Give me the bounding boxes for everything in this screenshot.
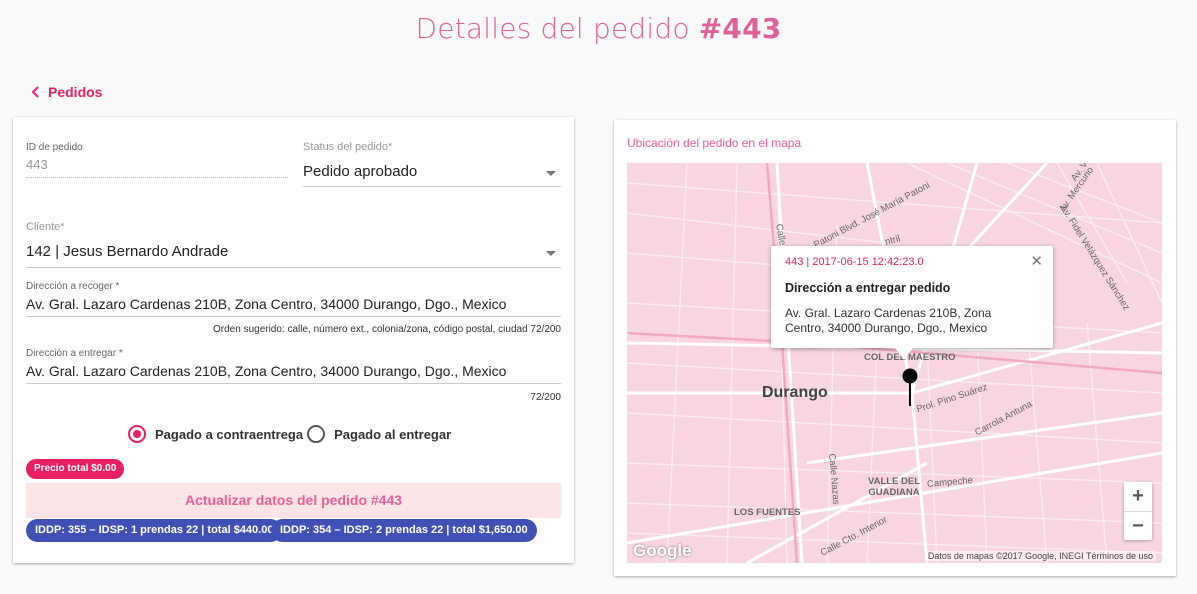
update-order-button[interactable]: Actualizar datos del pedido #443 — [26, 483, 561, 518]
order-id-underline — [26, 177, 288, 178]
client-select[interactable]: 142 | Jesus Bernardo Andrade — [26, 243, 228, 260]
map-label-los-fuentes: LOS FUENTES — [734, 507, 801, 518]
map-city-label: Durango — [762, 384, 828, 401]
pickup-label: Dirección a recoger * — [26, 281, 120, 292]
order-record-chip[interactable]: IDDP: 355 – IDSP: 1 prendas 22 | total $… — [26, 519, 283, 542]
radio-checked-icon[interactable] — [128, 425, 146, 443]
delivery-counter: 72/200 — [530, 392, 561, 403]
radio-label: Pagado a contraentrega — [155, 426, 304, 442]
info-window-address: Av. Gral. Lazaro Cardenas 210B, Zona Cen… — [785, 306, 992, 335]
total-price-chip: Precio total $0.00 — [26, 459, 125, 479]
client-dropdown-icon[interactable] — [546, 251, 556, 256]
radio-unchecked-icon[interactable] — [307, 425, 326, 443]
map-attribution[interactable]: Datos de mapas ©2017 Google, INEGI Térmi… — [924, 551, 1156, 561]
radio-paid-at-delivery[interactable]: Pagado al entregar — [307, 425, 451, 443]
pickup-address-input[interactable]: Av. Gral. Lazaro Cardenas 210B, Zona Cen… — [26, 296, 506, 312]
order-number: #443 — [698, 12, 782, 45]
pickup-underline — [26, 316, 561, 317]
back-link-label: Pedidos — [48, 84, 103, 100]
delivery-address-input[interactable]: Av. Gral. Lazaro Cardenas 210B, Zona Cen… — [26, 363, 506, 379]
pickup-hint: Orden sugerido: calle, número ext., colo… — [213, 324, 561, 335]
info-window-title: Dirección a entregar pedido — [785, 281, 951, 295]
delivery-underline — [26, 383, 561, 384]
chevron-left-icon — [31, 86, 39, 98]
map-zoom-control: + − — [1124, 482, 1152, 540]
zoom-out-button[interactable]: − — [1124, 512, 1152, 541]
map-title: Ubicación del pedido en el mapa — [627, 136, 802, 150]
client-label: Cliente* — [26, 221, 65, 233]
close-icon[interactable]: ✕ — [1030, 252, 1043, 270]
map-roads — [627, 163, 1162, 563]
info-window-header: 443 | 2017-06-15 12:42:23.0 — [785, 256, 924, 268]
order-form-card: ID de pedido 443 Status del pedido* Pedi… — [13, 117, 574, 563]
status-underline — [303, 186, 561, 187]
map-view[interactable]: COL DEL MAESTRO Durango VALLE DEL GUADIA… — [627, 163, 1162, 563]
map-pin-icon[interactable] — [902, 368, 918, 408]
back-to-orders-link[interactable]: Pedidos — [30, 84, 102, 100]
order-id-label: ID de pedido — [26, 142, 83, 153]
zoom-in-button[interactable]: + — [1124, 482, 1152, 512]
page-title-prefix: Detalles del pedido — [415, 12, 699, 45]
order-record-chip[interactable]: IDDP: 354 – IDSP: 2 prendas 22 | total $… — [271, 519, 537, 542]
client-underline — [26, 267, 561, 268]
page-title: Detalles del pedido #443 — [0, 12, 1197, 45]
order-id-field: 443 — [26, 157, 48, 172]
radio-label: Pagado al entregar — [334, 426, 452, 442]
delivery-label: Dirección a entregar * — [26, 348, 123, 359]
map-label-valle-del-guadiana: VALLE DEL GUADIANA — [867, 476, 921, 498]
payment-radio-group: Pagado a contraentrega Pagado al entrega… — [128, 425, 455, 443]
map-card: Ubicación del pedido en el mapa Durango … — [614, 120, 1176, 576]
google-logo: Google — [633, 541, 692, 560]
status-dropdown-icon[interactable] — [546, 171, 556, 176]
status-select[interactable]: Pedido aprobado — [303, 163, 417, 180]
map-info-window: 443 | 2017-06-15 12:42:23.0 ✕ Dirección … — [771, 246, 1053, 360]
radio-paid-on-delivery[interactable]: Pagado a contraentrega — [128, 425, 303, 443]
status-label: Status del pedido* — [303, 141, 393, 153]
